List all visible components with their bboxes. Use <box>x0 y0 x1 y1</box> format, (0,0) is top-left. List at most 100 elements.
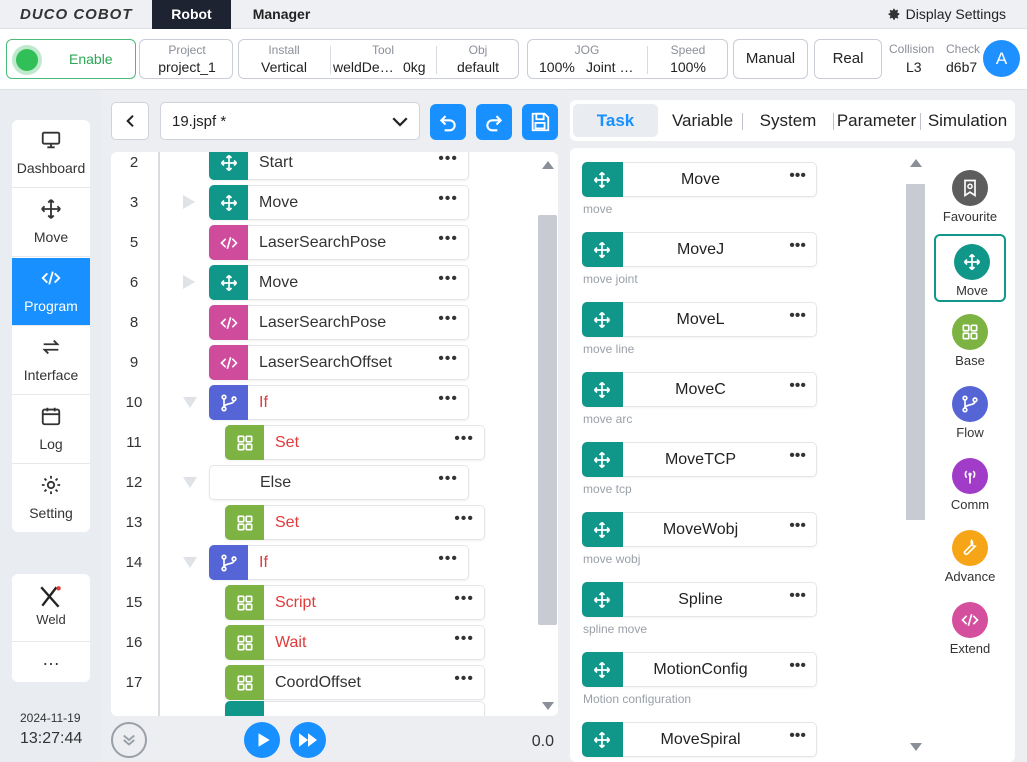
more-options-icon[interactable]: ••• <box>438 550 458 568</box>
step-into-button[interactable] <box>111 722 147 758</box>
project-box[interactable]: Project project_1 <box>139 39 233 79</box>
move-icon <box>582 162 623 197</box>
command-item[interactable]: MoveTCP ••• <box>582 442 817 477</box>
more-options-icon[interactable]: ••• <box>438 152 458 168</box>
command-item[interactable]: MoveL ••• <box>582 302 817 337</box>
tab-variable[interactable]: Variable <box>664 104 741 137</box>
tab-task[interactable]: Task <box>573 104 658 137</box>
category-flow[interactable]: Flow <box>934 378 1006 446</box>
sidebar-item-interface[interactable]: Interface <box>12 327 90 395</box>
display-settings-button[interactable]: Display Settings <box>887 6 1006 22</box>
program-scrollbar[interactable] <box>538 215 557 625</box>
more-options-icon[interactable]: ••• <box>454 510 474 528</box>
collapse-arrow-icon[interactable] <box>183 397 197 408</box>
category-comm[interactable]: Comm <box>934 450 1006 518</box>
category-label: Favourite <box>942 209 998 224</box>
category-move[interactable]: Move <box>934 234 1006 302</box>
more-options-icon[interactable]: ••• <box>789 167 806 185</box>
more-options-icon[interactable]: ••• <box>789 517 806 535</box>
scroll-down-icon[interactable] <box>541 701 555 711</box>
command-item[interactable]: MoveC ••• <box>582 372 817 407</box>
command-item[interactable]: MoveSpiral ••• <box>582 722 817 757</box>
avatar[interactable]: A <box>983 40 1020 77</box>
program-node[interactable]: Set ••• <box>225 425 485 460</box>
program-node-label: Script <box>275 594 316 611</box>
more-options-icon[interactable]: ••• <box>454 630 474 648</box>
program-node[interactable]: If ••• <box>209 385 469 420</box>
category-favourite[interactable]: Favourite <box>934 162 1006 230</box>
more-options-icon[interactable]: ••• <box>438 390 458 408</box>
program-node[interactable]: Script ••• <box>225 585 485 620</box>
program-node[interactable]: CoordOffset ••• <box>225 665 485 700</box>
program-node[interactable]: Move ••• <box>209 265 469 300</box>
more-options-icon[interactable]: ••• <box>438 470 458 488</box>
tab-system[interactable]: System <box>747 104 829 137</box>
sidebar-item-weld[interactable]: Weld <box>12 574 90 642</box>
command-item[interactable]: Move ••• <box>582 162 817 197</box>
more-options-icon[interactable]: ••• <box>789 587 806 605</box>
scroll-up-icon[interactable] <box>909 158 923 168</box>
more-options-icon[interactable]: ••• <box>789 447 806 465</box>
tab-simulation[interactable]: Simulation <box>921 104 1014 137</box>
command-item[interactable]: Spline ••• <box>582 582 817 617</box>
sidebar-item-dashboard[interactable]: Dashboard <box>12 120 90 188</box>
more-options-icon[interactable]: ••• <box>438 270 458 288</box>
program-node[interactable]: LaserSearchOffset ••• <box>209 345 469 380</box>
redo-button[interactable] <box>476 104 512 140</box>
more-options-icon[interactable]: ••• <box>454 590 474 608</box>
program-node[interactable]: Wait ••• <box>225 625 485 660</box>
program-node[interactable]: If ••• <box>209 545 469 580</box>
command-scrollbar[interactable] <box>906 184 925 520</box>
expand-arrow-icon[interactable] <box>183 275 195 289</box>
more-options-icon[interactable]: ••• <box>454 430 474 448</box>
tab-robot[interactable]: Robot <box>152 0 231 29</box>
command-item[interactable]: MoveWobj ••• <box>582 512 817 547</box>
category-advance[interactable]: Advance <box>934 522 1006 590</box>
install-tool-obj-box[interactable]: Install Vertical Tool weldDe… 0kg Obj de… <box>238 39 519 79</box>
program-node[interactable]: LaserSearchPose ••• <box>209 305 469 340</box>
more-options-icon[interactable]: ••• <box>438 230 458 248</box>
jog-speed-box[interactable]: JOG 100% Joint … Speed 100% <box>527 39 728 79</box>
undo-button[interactable] <box>430 104 466 140</box>
tab-parameter[interactable]: Parameter <box>834 104 919 137</box>
more-options-icon[interactable]: ••• <box>454 670 474 688</box>
program-node[interactable]: Move ••• <box>209 185 469 220</box>
program-file-select[interactable]: 19.jspf * <box>160 102 420 140</box>
more-options-icon[interactable]: ••• <box>789 657 806 675</box>
command-item[interactable]: MotionConfig ••• <box>582 652 817 687</box>
fast-forward-button[interactable] <box>290 722 326 758</box>
more-options-icon[interactable]: ••• <box>789 727 806 745</box>
sidebar-item-log[interactable]: Log <box>12 396 90 464</box>
category-base[interactable]: Base <box>934 306 1006 374</box>
back-button[interactable] <box>111 102 149 140</box>
play-button[interactable] <box>244 722 280 758</box>
more-options-icon[interactable]: ••• <box>789 237 806 255</box>
program-node[interactable]: Else ••• <box>209 465 469 500</box>
more-options-icon[interactable]: ••• <box>438 310 458 328</box>
sidebar-item-setting[interactable]: Setting <box>12 465 90 533</box>
collapse-arrow-icon[interactable] <box>183 477 197 488</box>
more-button[interactable]: … <box>12 642 90 682</box>
category-extend[interactable]: Extend <box>934 594 1006 662</box>
more-options-icon[interactable]: ••• <box>438 190 458 208</box>
program-node-label: LaserSearchOffset <box>259 354 393 371</box>
scroll-up-icon[interactable] <box>541 160 555 170</box>
sidebar-item-move[interactable]: Move <box>12 189 90 257</box>
program-node[interactable]: LaserSearchPose ••• <box>209 225 469 260</box>
more-options-icon[interactable]: ••• <box>438 350 458 368</box>
manual-button[interactable]: Manual <box>733 39 808 79</box>
jog-mode: Joint … <box>586 59 634 75</box>
more-options-icon[interactable]: ••• <box>789 307 806 325</box>
program-node[interactable]: Start ••• <box>209 152 469 180</box>
expand-arrow-icon[interactable] <box>183 195 195 209</box>
more-options-icon[interactable]: ••• <box>789 377 806 395</box>
sidebar-item-program[interactable]: Program <box>12 258 90 326</box>
tab-manager[interactable]: Manager <box>231 0 332 29</box>
real-button[interactable]: Real <box>814 39 882 79</box>
save-button[interactable] <box>522 104 558 140</box>
program-node[interactable]: Set ••• <box>225 505 485 540</box>
scroll-down-icon[interactable] <box>909 742 923 752</box>
command-item[interactable]: MoveJ ••• <box>582 232 817 267</box>
collapse-arrow-icon[interactable] <box>183 557 197 568</box>
enable-button[interactable]: Enable <box>6 39 136 79</box>
